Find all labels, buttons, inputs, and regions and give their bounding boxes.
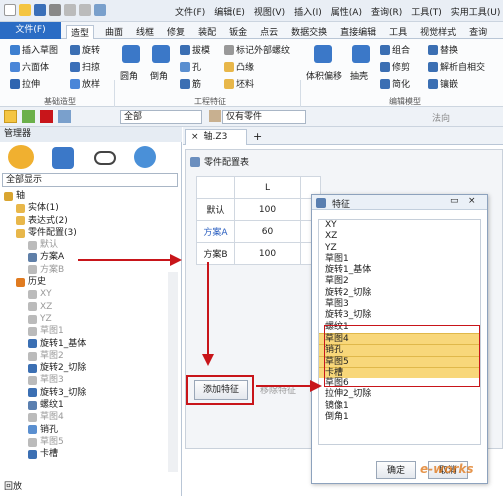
- annotation-arrows: [78, 254, 322, 392]
- watermark: e-works: [420, 462, 474, 476]
